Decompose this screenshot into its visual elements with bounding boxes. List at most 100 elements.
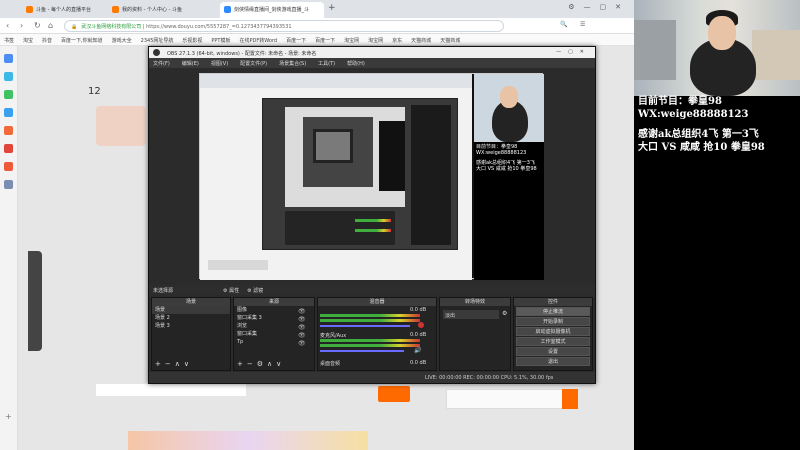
sidebar-icon[interactable] [4, 144, 13, 153]
webcam-feed [634, 0, 800, 96]
url-input[interactable]: 🔒 武汉斗鱼网络科技有限公司 | https://www.douyu.com/55… [64, 20, 504, 32]
page-button[interactable] [378, 386, 410, 402]
lock-icon: 🔒 [71, 24, 78, 30]
bookmark-item[interactable]: 游戏大全 [112, 38, 132, 44]
exit-button[interactable]: 退出 [516, 357, 590, 366]
send-button[interactable] [562, 389, 578, 409]
obs-scene-toolbar: 未选择源 ⚙ 属性 ⚙ 滤镜 [149, 285, 595, 295]
page-side-tab[interactable] [28, 251, 42, 351]
home-icon[interactable]: ⌂ [48, 21, 53, 30]
speaker-icon[interactable]: 🔊 [414, 347, 421, 354]
bookmarks-bar: 书签 淘宝 抖音 百度一下,你就知道 游戏大全 2345网址导航 乐视影视 PPT模板 在线PD… [0, 34, 634, 46]
virtual-camera-button[interactable]: 启动虚拟摄像机 [516, 327, 590, 336]
gear-icon[interactable]: ⚙ 属性 [223, 288, 239, 294]
obs-logo-icon [153, 49, 160, 56]
sidebar-icon[interactable] [4, 54, 13, 63]
nested-obs [262, 98, 458, 250]
bookmark-item[interactable]: 2345网址导航 [141, 38, 174, 44]
stream-output: 目前节目：拳皇98 WX:weige88888123 感谢ak总组织4飞 第一3… [634, 0, 800, 450]
gift-bar[interactable] [128, 431, 368, 450]
sidebar-icon[interactable] [4, 72, 13, 81]
studio-mode-button[interactable]: 工作室模式 [516, 337, 590, 346]
bookmark-item[interactable]: 京东 [392, 38, 402, 44]
obs-menubar: 文件(F) 编辑(E) 视图(V) 配置文件(P) 场景集合(S) 工具(T) 帮助(H) [149, 58, 595, 68]
overlay-thanks-text: 感谢ak总组织4飞 第一3飞 大口 VS 咸咸 抢10 拳皇98 [638, 129, 765, 153]
address-bar-row: ‹ › ↻ ⌂ 🔒 武汉斗鱼网络科技有限公司 | https://www.douy… [0, 18, 634, 34]
banner-image [96, 106, 146, 146]
nested-browser-capture [200, 74, 472, 280]
tab-live-room[interactable]: 剑侠情缘直播间_剑侠游戏直播_斗 [220, 2, 324, 18]
forward-icon[interactable]: › [20, 21, 23, 30]
menu-icon[interactable]: ☰ [580, 21, 585, 28]
bookmark-item[interactable]: 淘宝网 [368, 38, 383, 44]
settings-button[interactable]: 设置 [516, 347, 590, 356]
scene-item[interactable]: 场景 2 [152, 314, 230, 322]
transition-select[interactable]: 淡出 [443, 310, 499, 319]
overlay-program-text: 目前节目：拳皇98 WX:weige88888123 [638, 96, 749, 120]
sidebar-icon[interactable] [4, 126, 13, 135]
scene-item[interactable]: 场景 3 [152, 322, 230, 330]
bookmark-item[interactable]: PPT模板 [211, 38, 230, 44]
mute-icon[interactable] [418, 322, 424, 328]
window-controls[interactable]: ⚙—▢✕ [568, 3, 630, 11]
source-controls[interactable]: +−⚙∧∨ [237, 360, 285, 368]
bookmark-item[interactable]: 百度一下 [315, 38, 335, 44]
sidebar-icon[interactable] [4, 180, 13, 189]
tab-douyu-home[interactable]: 斗鱼 - 每个人的直播平台 [22, 2, 106, 18]
sources-dock: 来源 图像 窗口采集 3 浏览 窗口采集 Tp +−⚙∧∨ 👁 👁 👁 👁 👁 [233, 297, 315, 371]
refresh-icon[interactable]: ↻ [34, 21, 41, 30]
douyu-icon [224, 6, 231, 13]
page-count: 12 [88, 86, 101, 97]
obs-menu-item[interactable]: 工具(T) [318, 61, 335, 67]
sidebar-icon[interactable] [4, 108, 13, 117]
volume-slider[interactable] [320, 350, 404, 352]
obs-menu-item[interactable]: 编辑(E) [182, 61, 199, 67]
bookmark-item[interactable]: 淘宝网 [344, 38, 359, 44]
transitions-dock: 转场特效 淡出 ⚙ [439, 297, 511, 371]
bookmark-item[interactable]: 书签 [4, 38, 14, 44]
obs-menu-item[interactable]: 视图(V) [211, 61, 228, 67]
obs-statusbar: LIVE: 00:00:00 REC: 00:00:00 CPU: 5.1%, … [149, 372, 595, 383]
webcam-capture [474, 74, 544, 142]
obs-menu-item[interactable]: 文件(F) [153, 61, 170, 67]
scene-controls[interactable]: +−∧∨ [155, 360, 193, 368]
controls-dock: 控件 停止推流 开始录制 启动虚拟摄像机 工作室模式 设置 退出 [513, 297, 593, 371]
browser-sidebar: + [0, 46, 18, 450]
stop-streaming-button[interactable]: 停止推流 [516, 307, 590, 316]
audio-mixer: 混音器 0.0 dB 麦克风/Aux 0.0 dB 🔊 桌面音频 0.0 dB [317, 297, 437, 371]
streamer-face [708, 16, 736, 50]
streamer-face [500, 86, 518, 108]
add-icon[interactable]: + [5, 412, 12, 421]
new-tab-button[interactable]: + [328, 3, 336, 13]
scene-item[interactable]: 场景 [152, 306, 230, 314]
bookmark-item[interactable]: 天猫商城 [440, 38, 460, 44]
sidebar-icon[interactable] [4, 90, 13, 99]
obs-menu-item[interactable]: 配置文件(P) [240, 61, 267, 67]
volume-slider[interactable] [320, 325, 410, 327]
bookmark-item[interactable]: 淘宝 [23, 38, 33, 44]
bookmark-item[interactable]: 在线PDF转Word [240, 38, 278, 44]
bookmark-item[interactable]: 百度一下 [286, 38, 306, 44]
obs-window-controls[interactable]: —▢✕ [556, 49, 591, 55]
filter-icon[interactable]: ⚙ 滤镜 [247, 288, 263, 294]
visibility-icons[interactable]: 👁 👁 👁 👁 👁 [298, 308, 306, 348]
obs-preview[interactable]: 目前节目：拳皇98 WX:weige88888123 感谢ak总组织4飞 第一3… [199, 73, 544, 280]
nested-overlay-text: 目前节目：拳皇98 WX:weige88888123 感谢ak总组织4飞 第一3… [476, 144, 537, 172]
douyu-icon [112, 6, 119, 13]
back-icon[interactable]: ‹ [6, 21, 9, 30]
search-icon[interactable]: 🔍 [560, 21, 567, 28]
douyu-icon [26, 6, 33, 13]
bookmark-item[interactable]: 抖音 [42, 38, 52, 44]
bookmark-item[interactable]: 百度一下,你就知道 [61, 38, 103, 44]
obs-window: OBS 27.1.3 (64-bit, windows) - 配置文件: 未命名… [148, 46, 596, 384]
tab-profile[interactable]: 我的资料 - 个人中心 - 斗鱼 [108, 2, 218, 18]
gear-icon[interactable]: ⚙ [502, 310, 507, 317]
bookmark-item[interactable]: 天猫商城 [411, 38, 431, 44]
obs-menu-item[interactable]: 帮助(H) [347, 61, 365, 67]
sidebar-icon[interactable] [4, 162, 13, 171]
obs-menu-item[interactable]: 场景集合(S) [279, 61, 306, 67]
page-input[interactable] [96, 384, 246, 396]
start-recording-button[interactable]: 开始录制 [516, 317, 590, 326]
chat-input[interactable] [446, 389, 576, 409]
bookmark-item[interactable]: 乐视影视 [182, 38, 202, 44]
